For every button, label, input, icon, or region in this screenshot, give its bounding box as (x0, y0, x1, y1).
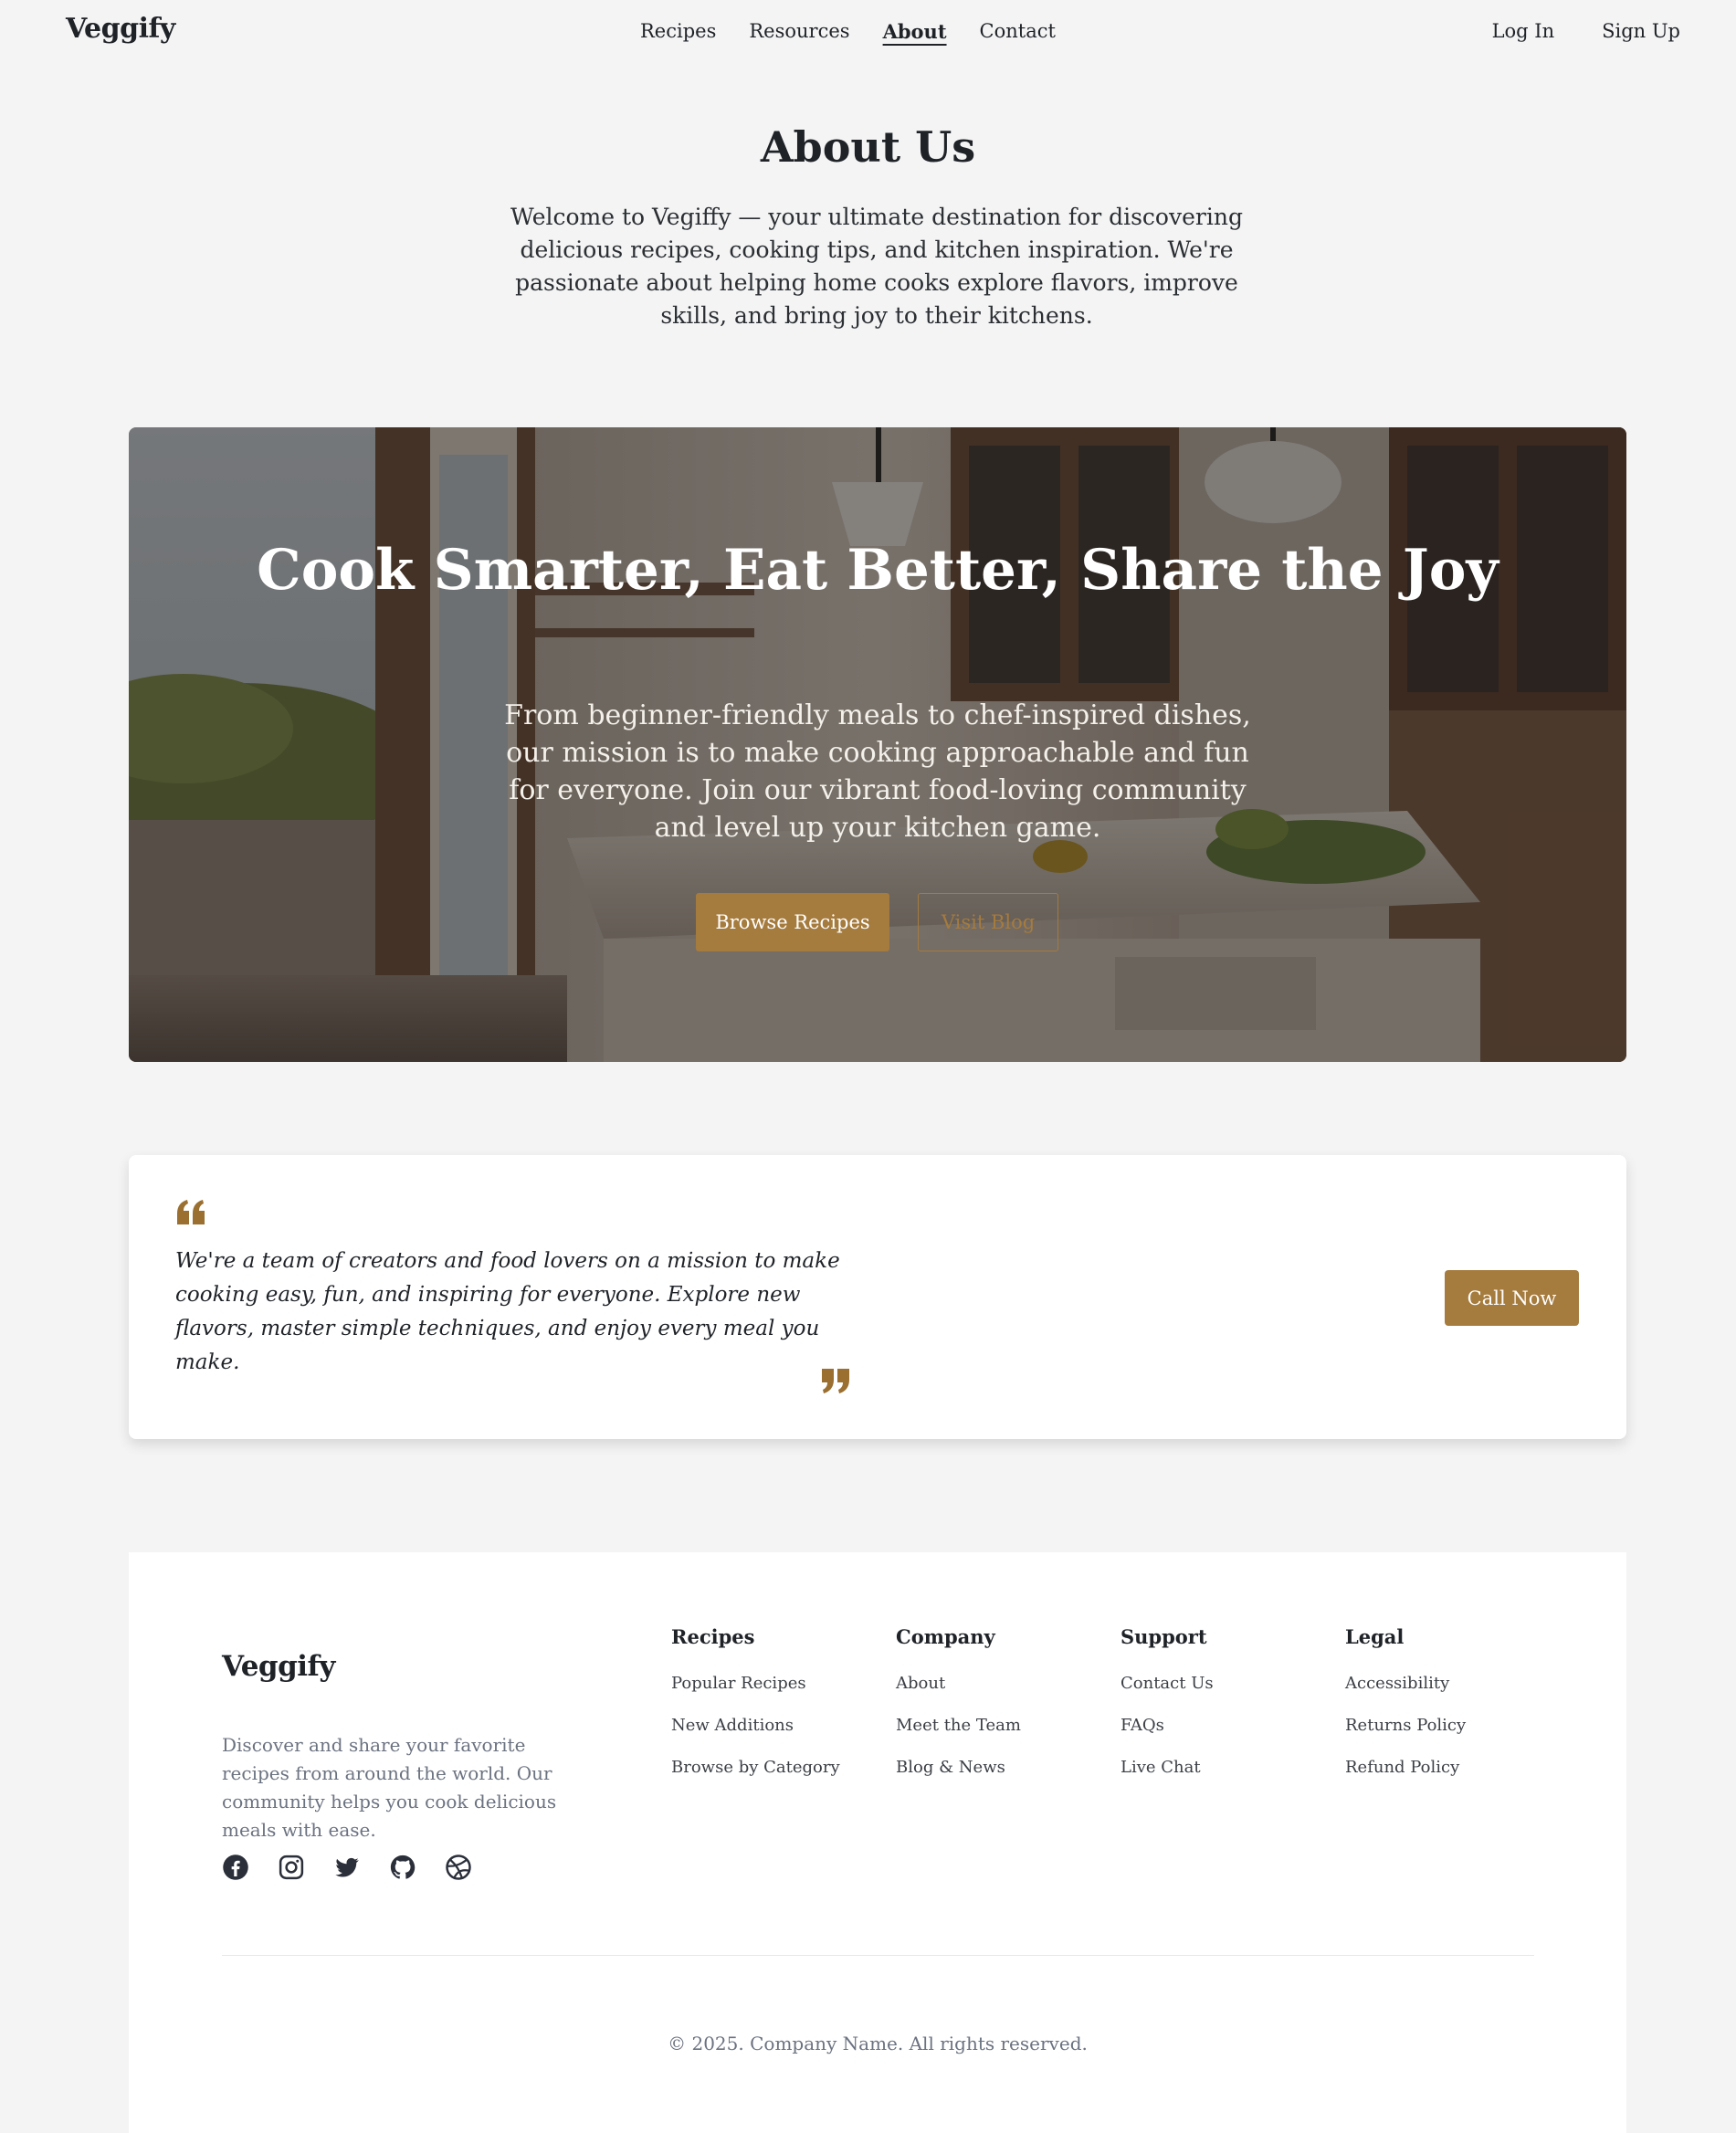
quote-close-icon (822, 1369, 849, 1393)
footer-link[interactable]: Returns Policy (1345, 1716, 1555, 1758)
footer-description: Discover and share your favorite recipes… (222, 1734, 557, 1841)
about-intro: Welcome to Vegiffy — your ultimate desti… (510, 204, 1243, 329)
footer-col-title: Company (896, 1625, 995, 1648)
visit-blog-button[interactable]: Visit Blog (918, 893, 1058, 951)
footer-link[interactable]: Accessibility (1345, 1674, 1555, 1716)
quote-card: We're a team of creators and food lovers… (129, 1155, 1626, 1439)
social-links (222, 1854, 472, 1881)
login-link[interactable]: Log In (1492, 20, 1555, 42)
footer-logo[interactable]: Veggify (222, 1650, 335, 1683)
footer-link[interactable]: Contact Us (1121, 1674, 1331, 1716)
page-title: About Us (760, 122, 976, 172)
footer-link[interactable]: New Additions (671, 1716, 881, 1758)
footer-link[interactable]: Popular Recipes (671, 1674, 881, 1716)
dribbble-icon[interactable] (445, 1854, 472, 1881)
auth-links: Log In Sign Up (1492, 20, 1680, 42)
call-now-button[interactable]: Call Now (1445, 1270, 1579, 1326)
github-icon[interactable] (389, 1854, 416, 1881)
signup-link[interactable]: Sign Up (1602, 20, 1680, 42)
footer-col-company: Company About Meet the Team Blog & News (896, 1625, 1106, 1800)
facebook-icon[interactable] (222, 1854, 249, 1881)
copyright-text: © 2025. Company Name. All rights reserve… (668, 2033, 1088, 2054)
main-nav: Recipes Resources About Contact (640, 20, 1056, 43)
hero-banner: Cook Smarter, Eat Better, Share the Joy … (129, 427, 1626, 1062)
footer-link[interactable]: Live Chat (1121, 1758, 1331, 1800)
footer-col-support: Support Contact Us FAQs Live Chat (1121, 1625, 1331, 1800)
footer-link[interactable]: About (896, 1674, 1106, 1716)
browse-recipes-button[interactable]: Browse Recipes (696, 893, 889, 951)
footer-col-title: Legal (1345, 1625, 1405, 1648)
footer-link[interactable]: Refund Policy (1345, 1758, 1555, 1800)
footer-col-legal: Legal Accessibility Returns Policy Refun… (1345, 1625, 1555, 1800)
instagram-icon[interactable] (278, 1854, 305, 1881)
footer-col-title: Support (1121, 1625, 1207, 1648)
hero-text: From beginner-friendly meals to chef-ins… (504, 699, 1251, 844)
footer-link[interactable]: Meet the Team (896, 1716, 1106, 1758)
site-footer: Veggify Discover and share your favorite… (129, 1552, 1626, 2133)
hero-title: Cook Smarter, Eat Better, Share the Joy (257, 538, 1499, 603)
top-navbar: Veggify Recipes Resources About Contact … (0, 0, 1736, 66)
site-logo[interactable]: Veggify (66, 13, 175, 45)
footer-col-title: Recipes (671, 1625, 755, 1648)
quote-open-icon (177, 1200, 205, 1224)
nav-link-about[interactable]: About (883, 20, 947, 43)
quote-text: We're a team of creators and food lovers… (175, 1249, 840, 1374)
footer-link[interactable]: Browse by Category (671, 1758, 881, 1800)
footer-col-recipes: Recipes Popular Recipes New Additions Br… (671, 1625, 881, 1800)
footer-link[interactable]: FAQs (1121, 1716, 1331, 1758)
nav-link-contact[interactable]: Contact (980, 20, 1056, 43)
footer-link[interactable]: Blog & News (896, 1758, 1106, 1800)
footer-divider (222, 1955, 1534, 1956)
nav-link-recipes[interactable]: Recipes (640, 20, 716, 43)
nav-link-resources[interactable]: Resources (749, 20, 849, 43)
twitter-icon[interactable] (333, 1854, 361, 1881)
